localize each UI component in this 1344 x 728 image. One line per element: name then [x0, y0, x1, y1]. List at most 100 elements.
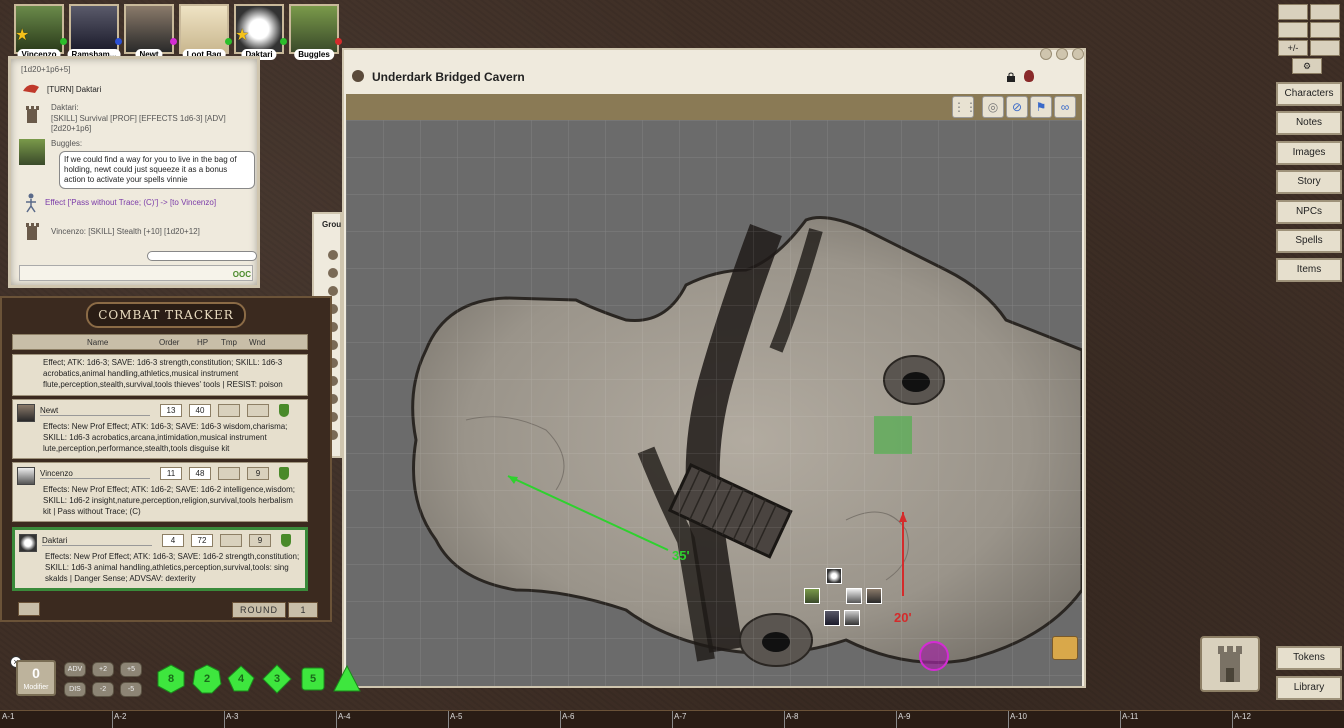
tmp-field[interactable] [218, 467, 240, 480]
hotkey-slot[interactable]: A-12 [1234, 712, 1251, 721]
grid-icon[interactable]: ⋮⋮ [952, 96, 977, 118]
star-icon: ★ [235, 27, 250, 44]
portrait-newt[interactable]: Newt [124, 4, 177, 60]
dis-button[interactable]: DIS [64, 682, 86, 697]
portrait-daktari[interactable]: ★ Daktari [234, 4, 287, 60]
hotkey-slot[interactable]: A-7 [674, 712, 686, 721]
portrait-buggles[interactable]: Buggles [289, 4, 342, 60]
d12-die-icon[interactable]: 2 [192, 664, 222, 694]
wnd-field[interactable] [247, 404, 269, 417]
plus5-button[interactable]: +5 [120, 662, 142, 677]
sidebar-item-images[interactable]: Images [1276, 141, 1342, 165]
wnd-field[interactable]: 9 [247, 467, 269, 480]
sidebar-item-story[interactable]: Story [1276, 170, 1342, 194]
modifier-box[interactable]: 0 Modifier [16, 660, 56, 696]
hotkey-slot[interactable]: A-2 [114, 712, 126, 721]
faction-shield-icon[interactable] [279, 404, 289, 417]
d8-die-icon[interactable]: 3 [262, 664, 292, 694]
tool-button-4[interactable] [1310, 22, 1340, 38]
combat-row-vincenzo[interactable]: Vincenzo 11 48 9 Effects: New Prof Effec… [12, 462, 308, 522]
tool-button-3[interactable] [1278, 22, 1308, 38]
map-token[interactable] [866, 588, 882, 604]
combatant-name[interactable]: Daktari [42, 536, 152, 546]
minimize-button[interactable] [1040, 48, 1052, 60]
status-dot [335, 38, 342, 45]
hotkey-slot[interactable]: A-10 [1010, 712, 1027, 721]
close-button[interactable] [1072, 48, 1084, 60]
tool-button-2[interactable] [1310, 4, 1340, 20]
plus2-button[interactable]: +2 [92, 662, 114, 677]
marker-circle[interactable] [919, 641, 949, 671]
modifier-button[interactable]: +/- [1278, 40, 1308, 56]
portrait-vincenzo[interactable]: ★ Vincenzo [14, 4, 67, 60]
map-zoom-icon[interactable] [1052, 636, 1078, 660]
help-button[interactable] [1056, 48, 1068, 60]
lock-icon[interactable] [1006, 72, 1016, 82]
hotkey-slot[interactable]: A-3 [226, 712, 238, 721]
portrait-loot-bag[interactable]: Loot Bag [179, 4, 232, 60]
map-token[interactable] [846, 588, 862, 604]
wnd-field[interactable]: 9 [249, 534, 271, 547]
share-icon[interactable] [352, 70, 364, 82]
sidebar-item-tokens[interactable]: Tokens [1276, 646, 1342, 670]
tool-button-5[interactable] [1310, 40, 1340, 56]
sidebar-item-spells[interactable]: Spells [1276, 229, 1342, 253]
combatant-name[interactable]: Newt [40, 406, 150, 416]
list-item[interactable] [328, 286, 338, 296]
hotkey-slot[interactable]: A-6 [562, 712, 574, 721]
sidebar-item-library[interactable]: Library [1276, 676, 1342, 700]
sidebar-item-npcs[interactable]: NPCs [1276, 200, 1342, 224]
adv-button[interactable]: ADV [64, 662, 86, 677]
faction-shield-icon[interactable] [281, 534, 291, 547]
hotkey-slot[interactable]: A-9 [898, 712, 910, 721]
hotkey-slot[interactable]: A-8 [786, 712, 798, 721]
minus5-button[interactable]: -5 [120, 682, 142, 697]
menu-button[interactable] [18, 602, 40, 616]
sidebar-item-characters[interactable]: Characters [1276, 82, 1342, 106]
d10-die-icon[interactable]: 4 [226, 664, 256, 694]
order-field[interactable]: 13 [160, 404, 182, 417]
list-item[interactable] [328, 268, 338, 278]
hp-field[interactable]: 48 [189, 467, 211, 480]
tool-button-1[interactable] [1278, 4, 1308, 20]
order-field[interactable]: 11 [160, 467, 182, 480]
next-round-button[interactable]: ROUND [232, 602, 286, 618]
binoculars-icon[interactable]: ∞ [1054, 96, 1076, 118]
combat-row-daktari[interactable]: Daktari 4 72 9 Effects: New Prof Effect;… [12, 527, 308, 591]
tmp-field[interactable] [220, 534, 242, 547]
sidebar-item-items[interactable]: Items [1276, 258, 1342, 282]
hotkey-slot[interactable]: A-5 [450, 712, 462, 721]
combat-row-newt[interactable]: Newt 13 40 Effects: New Prof Effect; ATK… [12, 399, 308, 459]
target-icon[interactable]: ◎ [982, 96, 1004, 118]
tmp-field[interactable] [218, 404, 240, 417]
portrait-ramsham[interactable]: Ramsham... [67, 4, 122, 60]
map-token[interactable] [844, 610, 860, 626]
hp-field[interactable]: 40 [189, 404, 211, 417]
chat-mode-select[interactable] [147, 251, 257, 261]
order-field[interactable]: 4 [162, 534, 184, 547]
hotkey-slot[interactable]: A-4 [338, 712, 350, 721]
hotkey-slot[interactable]: A-1 [2, 712, 14, 721]
chat-input[interactable] [19, 265, 253, 281]
minus2-button[interactable]: -2 [92, 682, 114, 697]
ooc-toggle[interactable]: OOC [233, 270, 251, 279]
d6-die-icon[interactable]: 5 [298, 664, 328, 694]
mask-icon[interactable]: ⊘ [1006, 96, 1028, 118]
faction-shield-icon[interactable] [279, 467, 289, 480]
map-canvas[interactable]: 35' 20' [346, 120, 1082, 686]
map-token[interactable] [804, 588, 820, 604]
round-counter[interactable]: 1 [288, 602, 318, 618]
list-item[interactable] [328, 250, 338, 260]
potion-icon[interactable] [1024, 70, 1034, 82]
sidebar-item-notes[interactable]: Notes [1276, 111, 1342, 135]
castle-icon[interactable] [1200, 636, 1260, 692]
d20-die-icon[interactable]: 8 [156, 664, 186, 694]
map-token[interactable] [824, 610, 840, 626]
flag-icon[interactable]: ⚑ [1030, 96, 1052, 118]
gear-icon[interactable]: ⚙ [1292, 58, 1322, 74]
hotkey-slot[interactable]: A-11 [1122, 712, 1138, 721]
combatant-name[interactable]: Vincenzo [40, 469, 150, 479]
map-token[interactable] [826, 568, 842, 584]
d4-die-icon[interactable] [332, 664, 362, 694]
hp-field[interactable]: 72 [191, 534, 213, 547]
